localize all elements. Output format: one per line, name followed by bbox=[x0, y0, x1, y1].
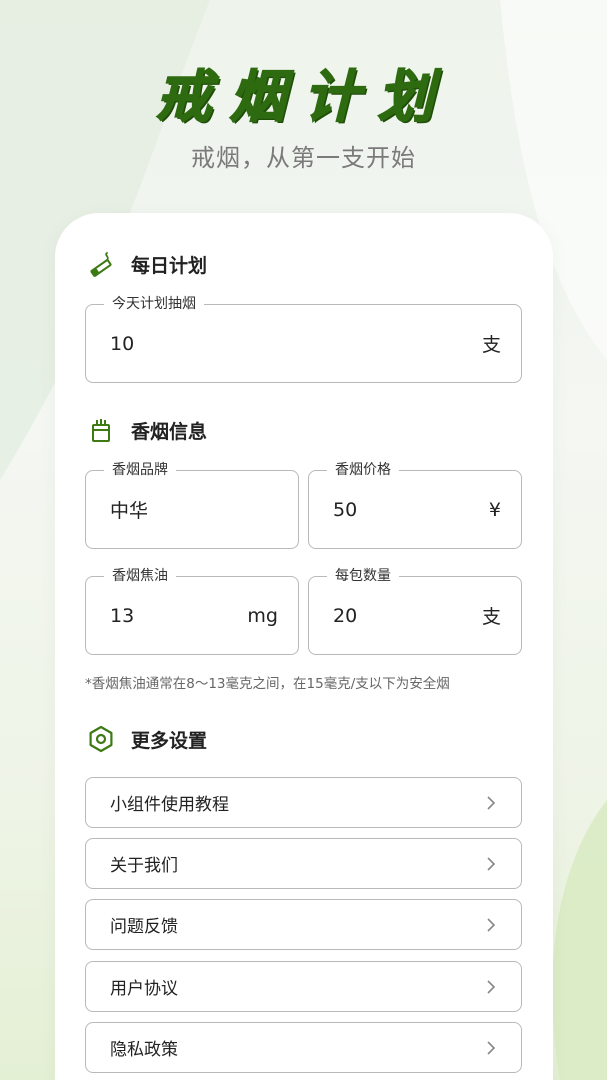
menu-item-label: 关于我们 bbox=[110, 856, 178, 876]
menu-item-label: 隐私政策 bbox=[110, 1040, 178, 1060]
menu-item-about-us[interactable]: 关于我们 bbox=[85, 838, 522, 889]
menu-item-user-agreement[interactable]: 用户协议 bbox=[85, 961, 522, 1012]
menu-item-label: 小组件使用教程 bbox=[110, 795, 229, 815]
field-value: 中华 bbox=[110, 500, 149, 522]
section-label: 每日计划 bbox=[131, 254, 208, 277]
chevron-right-icon bbox=[483, 979, 499, 995]
menu-item-label: 问题反馈 bbox=[110, 917, 178, 937]
page-subtitle: 戒烟，从第一支开始 bbox=[191, 144, 416, 172]
chevron-right-icon bbox=[483, 917, 499, 933]
settings-card: 每日计划 今天计划抽烟 10 支 香烟信息 香烟品牌 中华 香烟价格 50 ¥ … bbox=[55, 213, 553, 1080]
cigarette-pack-icon bbox=[87, 416, 115, 444]
planned-cigarettes-field[interactable]: 今天计划抽烟 10 支 bbox=[85, 295, 522, 383]
hexagon-settings-icon bbox=[87, 725, 115, 753]
tar-note: *香烟焦油通常在8～13毫克之间，在15毫克/支以下为安全烟 bbox=[85, 676, 450, 692]
menu-item-privacy-policy[interactable]: 隐私政策 bbox=[85, 1022, 522, 1073]
section-daily-plan: 每日计划 bbox=[87, 249, 207, 279]
section-label: 更多设置 bbox=[131, 729, 208, 752]
cigarette-icon bbox=[87, 250, 115, 278]
menu-item-feedback[interactable]: 问题反馈 bbox=[85, 899, 522, 950]
menu-item-label: 用户协议 bbox=[110, 979, 178, 999]
field-unit: mg bbox=[247, 604, 278, 627]
chevron-right-icon bbox=[483, 856, 499, 872]
field-value: 10 bbox=[110, 332, 135, 355]
field-unit: 支 bbox=[481, 606, 501, 628]
field-unit: ¥ bbox=[488, 498, 501, 521]
chevron-right-icon bbox=[483, 795, 499, 811]
menu-item-widget-tutorial[interactable]: 小组件使用教程 bbox=[85, 777, 522, 828]
field-unit: 支 bbox=[481, 334, 501, 356]
cigarette-tar-field[interactable]: 香烟焦油 13 mg bbox=[85, 567, 299, 655]
cigarettes-per-pack-field[interactable]: 每包数量 20 支 bbox=[308, 567, 522, 655]
cigarette-price-field[interactable]: 香烟价格 50 ¥ bbox=[308, 461, 522, 549]
section-label: 香烟信息 bbox=[131, 420, 208, 443]
field-value: 50 bbox=[333, 498, 358, 521]
page-title: 戒烟计划 bbox=[155, 63, 452, 131]
field-value: 13 bbox=[110, 604, 135, 627]
chevron-right-icon bbox=[483, 1040, 499, 1056]
field-value: 20 bbox=[333, 604, 358, 627]
section-more-settings: 更多设置 bbox=[87, 724, 207, 754]
section-cigarette-info: 香烟信息 bbox=[87, 415, 207, 445]
cigarette-brand-field[interactable]: 香烟品牌 中华 bbox=[85, 461, 299, 549]
